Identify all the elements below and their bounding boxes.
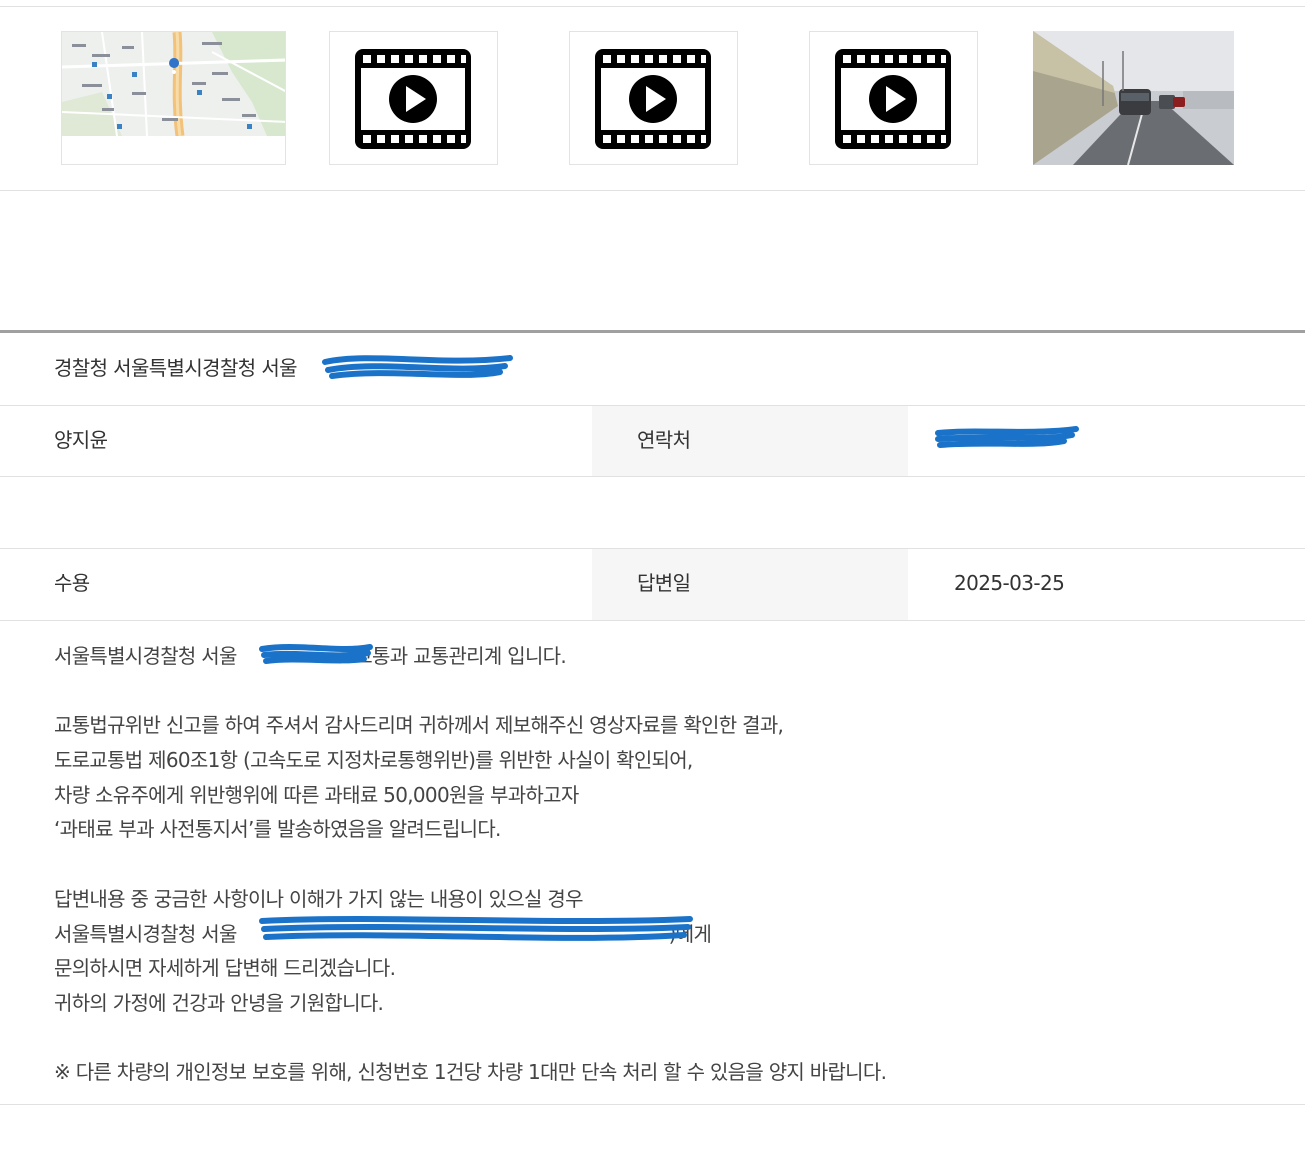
- map-thumbnail-image: [62, 32, 285, 136]
- answer-date-label: 답변일: [637, 571, 691, 595]
- film-play-icon: [835, 49, 951, 149]
- agency-text: 경찰청 서울특별시경찰청 서울: [54, 356, 298, 380]
- film-play-icon: [355, 49, 471, 149]
- section-top-border: [0, 330, 1305, 333]
- contact-redaction: [935, 426, 1079, 448]
- answer-line-4: 차량 소유주에게 위반행위에 따른 과태료 50,000원을 부과하고자: [54, 782, 579, 807]
- answer-line-10: ※ 다른 차량의 개인정보 보호를 위해, 신청번호 1건당 차량 1대만 단속…: [54, 1060, 887, 1085]
- attachment-video-3[interactable]: [809, 31, 978, 165]
- attachment-video-2[interactable]: [569, 31, 738, 165]
- attachment-map-thumbnail[interactable]: [61, 31, 286, 165]
- answer-date-value: 2025-03-25: [954, 571, 1065, 595]
- film-play-icon: [595, 49, 711, 149]
- answer-line-7: 서울특별시경찰청 서울)에게: [54, 921, 712, 946]
- answer-body: 서울특별시경찰청 서울 교통과 교통관리계 입니다. 교통법규위반 신고를 하여…: [54, 639, 1254, 1090]
- contact-label: 연락처: [637, 428, 691, 452]
- attachments-divider: [0, 190, 1305, 191]
- attachment-road-photo[interactable]: [1033, 31, 1234, 165]
- answer-line-1: 서울특별시경찰청 서울 교통과 교통관리계 입니다.: [54, 644, 567, 668]
- top-divider: [0, 6, 1305, 7]
- agency-redaction: [322, 355, 513, 379]
- answer-line-9: 귀하의 가정에 건강과 안녕을 기원합니다.: [54, 990, 384, 1015]
- author-name: 양지윤: [54, 428, 108, 452]
- status-text: 수용: [54, 571, 90, 595]
- answer-line-2: 교통법규위반 신고를 하여 주셔서 감사드리며 귀하께서 제보해주신 영상자료를…: [54, 713, 784, 738]
- road-photo-thumbnail: [1033, 31, 1234, 165]
- answer-line-3: 도로교통법 제60조1항 (고속도로 지정차로통행위반)를 위반한 사실이 확인…: [54, 748, 693, 773]
- result-row-divider: [0, 620, 1305, 621]
- answer-bottom-divider: [0, 1104, 1305, 1105]
- answer-line-5: ‘과태료 부과 사전통지서’를 발송하였음을 알려드립니다.: [54, 817, 501, 842]
- answer-line-8: 문의하시면 자세하게 답변해 드리겠습니다.: [54, 956, 396, 981]
- attachment-video-1[interactable]: [329, 31, 498, 165]
- answer-line-6: 답변내용 중 궁금한 사항이나 이해가 가지 않는 내용이 있으실 경우: [54, 886, 584, 911]
- contact-row-divider: [0, 476, 1305, 477]
